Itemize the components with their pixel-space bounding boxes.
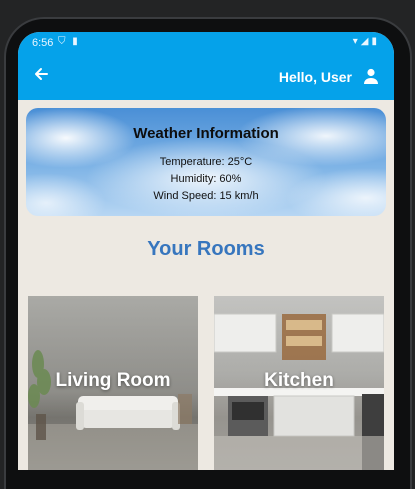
wind-speed-text: Wind Speed: 15 km/h [153,190,259,202]
user-profile-button[interactable] [362,67,380,85]
app-bar: 6:56 ⛉ ▮ ▾◢▮ Hello, User [18,32,394,100]
room-card-living-room[interactable]: Living Room [28,296,198,470]
app-screen: 6:56 ⛉ ▮ ▾◢▮ Hello, User Weather Informa… [18,32,394,470]
back-button[interactable] [30,66,52,86]
room-label-living-room: Living Room [55,370,171,391]
humidity-text: Humidity: 60% [170,173,242,185]
room-card-kitchen[interactable]: Kitchen [214,296,384,470]
greeting-text: Hello, User [278,69,352,85]
person-icon [364,68,378,84]
arrow-left-icon [35,68,48,80]
room-label-kitchen: Kitchen [264,370,334,391]
weather-title: Weather Information [133,125,279,142]
status-time: 6:56 [32,37,54,49]
status-bar: 6:56 ⛉ ▮ ▾◢▮ [18,32,394,56]
weather-card: Weather Information Temperature: 25°C Hu… [26,108,386,216]
notification-icons: ⛉ ▮ [58,36,80,47]
temperature-text: Temperature: 25°C [159,156,253,168]
rooms-section-title: Your Rooms [147,238,265,260]
signal-battery-icons: ▾◢▮ [352,36,380,47]
